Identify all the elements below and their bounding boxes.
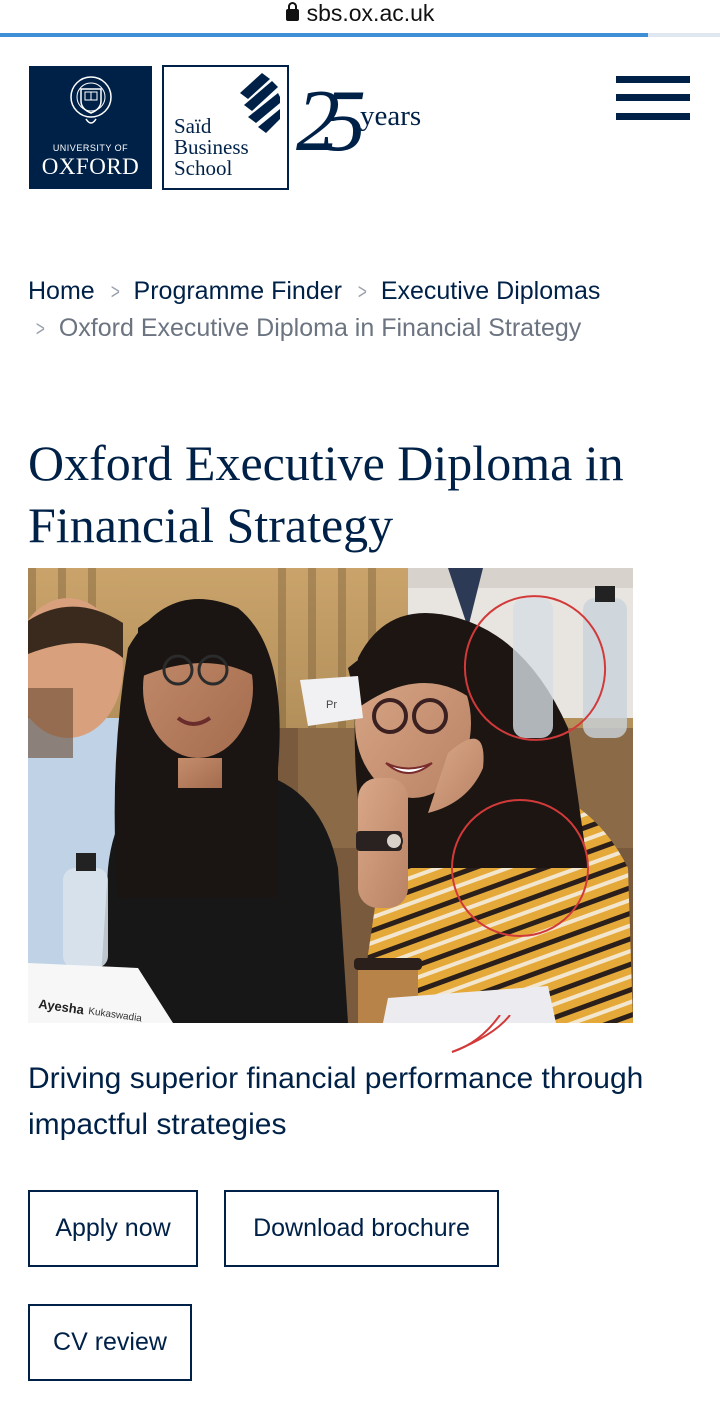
url-text-container: sbs.ox.ac.uk <box>0 0 720 26</box>
oxford-crest-icon <box>70 76 112 124</box>
sbs-logo-line1: Saïd <box>174 114 212 138</box>
page-title: Oxford Executive Diploma in Financial St… <box>28 435 624 553</box>
url-text: sbs.ox.ac.uk <box>306 0 435 26</box>
chevron-right-icon: > <box>110 279 120 304</box>
tent-card-text: Pr <box>326 699 337 711</box>
university-of-oxford-logo[interactable]: UNIVERSITY OF OXFORD <box>29 66 152 189</box>
cv-review-button[interactable]: CV review <box>28 1304 192 1381</box>
anniversary-number: 25 <box>296 73 366 170</box>
programme-tagline: Driving superior financial performance t… <box>28 1062 644 1141</box>
breadcrumb-programme-finder[interactable]: Programme Finder <box>134 277 342 305</box>
browser-url-bar[interactable]: sbs.ox.ac.uk <box>0 0 720 34</box>
annotation-tail-icon <box>451 1015 511 1053</box>
menu-bar-middle <box>616 94 690 101</box>
breadcrumb-executive-diplomas[interactable]: Executive Diplomas <box>381 277 601 305</box>
menu-bar-top <box>616 76 690 83</box>
sbs-logo-line2: Business <box>174 135 249 159</box>
sbs-logo-line3: School <box>174 156 233 180</box>
hero-image: Pr Ayesha Kukaswadia <box>28 568 633 1023</box>
chevron-right-icon: > <box>35 316 45 341</box>
apply-now-button[interactable]: Apply now <box>28 1190 198 1267</box>
oxford-logo-line1: UNIVERSITY OF <box>52 143 129 153</box>
breadcrumb-home[interactable]: Home <box>28 277 95 305</box>
chevron-right-icon: > <box>357 279 367 304</box>
sbs-logo-text: Saïd Business School <box>174 116 249 179</box>
oxford-logo-line2: OXFORD <box>41 154 140 179</box>
menu-bar-bottom <box>616 113 690 120</box>
page-load-progress-bar <box>0 33 720 37</box>
lock-icon <box>285 2 299 21</box>
breadcrumb: Home > Programme Finder > Executive Diplomas… <box>28 273 698 347</box>
anniversary-word: years <box>360 100 422 132</box>
breadcrumb-current-page: Oxford Executive Diploma in Financial St… <box>58 314 582 342</box>
hamburger-menu-button[interactable] <box>612 70 694 126</box>
said-business-school-logo[interactable]: Saïd Business School <box>162 65 289 190</box>
download-brochure-button[interactable]: Download brochure <box>224 1190 499 1267</box>
page-load-progress-fill <box>0 33 648 37</box>
hero-photo-illustration: Pr Ayesha Kukaswadia <box>28 568 633 1023</box>
